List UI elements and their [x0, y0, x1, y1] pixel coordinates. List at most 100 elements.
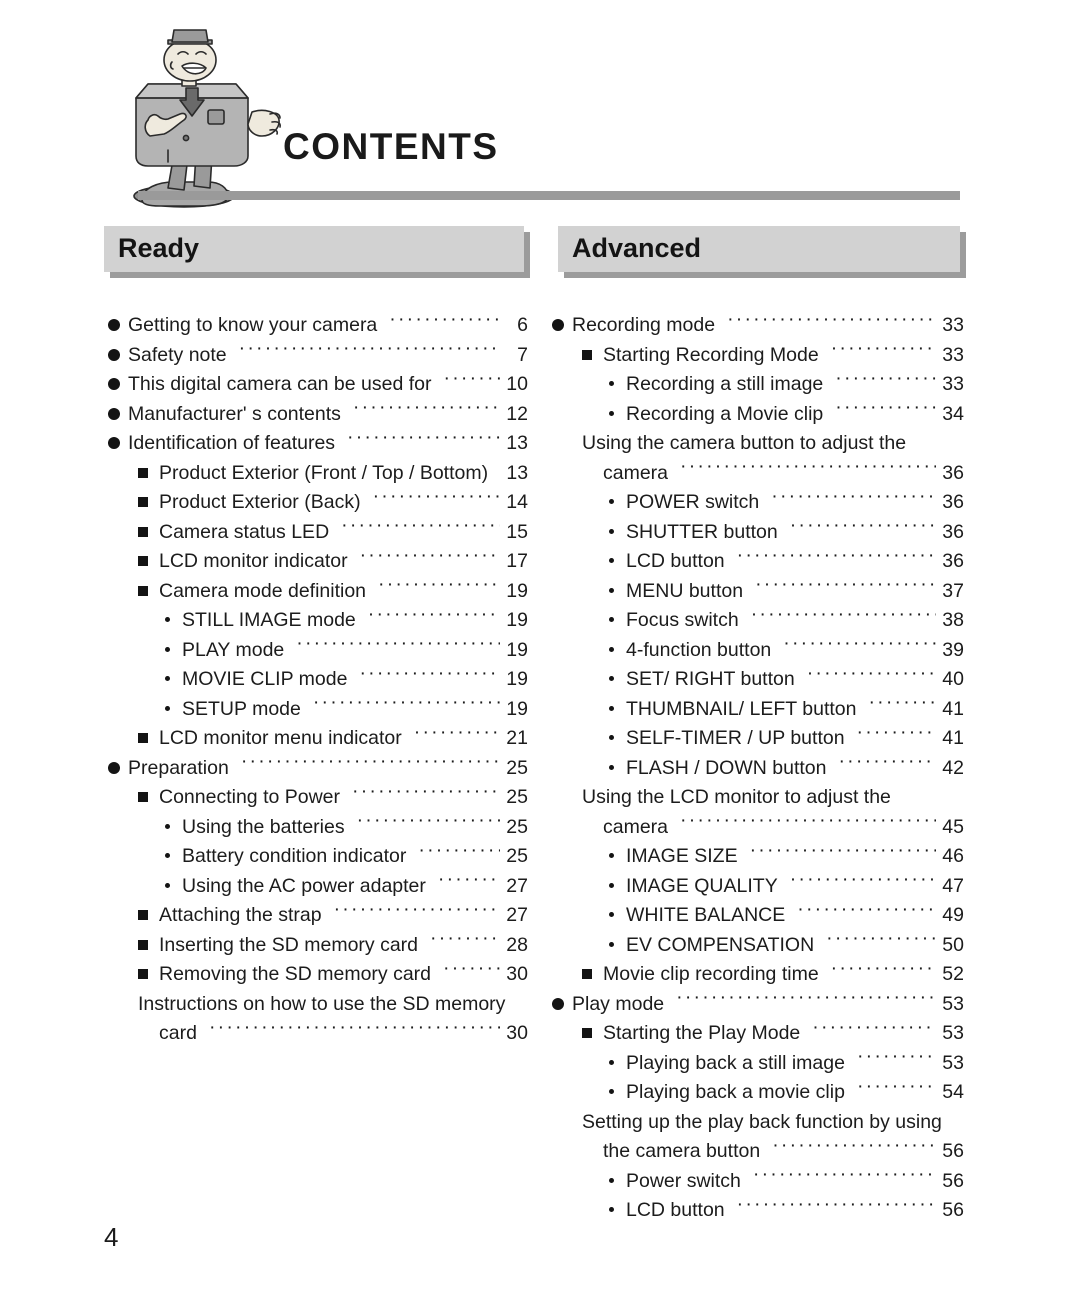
toc-entry-page: 39	[942, 638, 964, 661]
toc-entry[interactable]: PLAY mode 19	[108, 636, 528, 666]
toc-entry[interactable]: Getting to know your camera 6	[108, 311, 528, 341]
toc-entry[interactable]: Product Exterior (Front / Top / Bottom) 1…	[108, 459, 528, 489]
dot-leader	[790, 872, 936, 892]
toc-entry[interactable]: Playing back a still image 53	[552, 1049, 964, 1079]
toc-entry-page: 56	[942, 1199, 964, 1221]
toc-entry[interactable]: Using the batteries 25	[108, 813, 528, 843]
toc-entry-line-continued: camera 36	[582, 459, 964, 489]
dot-leader	[341, 518, 500, 538]
toc-entry-label-continued: camera	[603, 815, 669, 838]
toc-entry-page: 25	[506, 756, 528, 779]
toc-entry[interactable]: Recording a Movie clip 34	[552, 400, 964, 430]
toc-entry-label: SELF-TIMER / UP button	[626, 727, 845, 749]
toc-entry[interactable]: MENU button 37	[552, 577, 964, 607]
toc-entry[interactable]: Attaching the strap 27	[108, 901, 528, 931]
toc-entry[interactable]: Instructions on how to use the SD memory…	[108, 990, 528, 1049]
toc-entry[interactable]: Recording mode 33	[552, 311, 964, 341]
toc-entry[interactable]: IMAGE SIZE 46	[552, 842, 964, 872]
toc-entry-label: LCD monitor menu indicator	[159, 727, 402, 749]
toc-entry-label: SET/ RIGHT button	[626, 668, 795, 690]
toc-entry-page: 47	[942, 874, 964, 897]
toc-entry-page: 36	[942, 491, 964, 513]
toc-entry[interactable]: Playing back a movie clip 54	[552, 1078, 964, 1108]
toc-entry[interactable]: LCD button 56	[552, 1196, 964, 1226]
toc-entry[interactable]: Camera mode definition 19	[108, 577, 528, 607]
toc-entry[interactable]: THUMBNAIL/ LEFT button 41	[552, 695, 964, 725]
toc-entry-label: FLASH / DOWN button	[626, 756, 827, 779]
toc-entry[interactable]: SETUP mode 19	[108, 695, 528, 725]
toc-entry[interactable]: Battery condition indicator 25	[108, 842, 528, 872]
toc-entry[interactable]: Camera status LED 15	[108, 518, 528, 548]
toc-entry-page: 33	[942, 373, 964, 395]
toc-entry[interactable]: STILL IMAGE mode 19	[108, 606, 528, 636]
toc-entry[interactable]: Safety note 7	[108, 341, 528, 371]
header-divider	[138, 191, 960, 200]
dot-leader	[737, 1196, 936, 1216]
toc-entry[interactable]: 4-function button 39	[552, 636, 964, 666]
toc-entry-page: 37	[942, 579, 964, 602]
toc-entry-label: Identification of features	[128, 432, 336, 454]
toc-entry-label: Safety note	[128, 343, 227, 366]
toc-entry[interactable]: IMAGE QUALITY 47	[552, 872, 964, 902]
toc-entry[interactable]: Power switch 56	[552, 1167, 964, 1197]
toc-entry[interactable]: Focus switch 38	[552, 606, 964, 636]
toc-entry[interactable]: SELF-TIMER / UP button 41	[552, 724, 964, 754]
toc-entry-label: Movie clip recording time	[603, 963, 819, 985]
dot-leader	[835, 400, 936, 420]
toc-entry[interactable]: EV COMPENSATION 50	[552, 931, 964, 961]
toc-entry-label: MOVIE CLIP mode	[182, 668, 348, 690]
toc-entry-page: 6	[517, 314, 528, 336]
toc-entry-page: 52	[942, 963, 964, 985]
toc-entry[interactable]: Recording a still image 33	[552, 370, 964, 400]
toc-entry[interactable]: MOVIE CLIP mode 19	[108, 665, 528, 695]
toc-entry[interactable]: SHUTTER button 36	[552, 518, 964, 548]
toc-entry[interactable]: SET/ RIGHT button 40	[552, 665, 964, 695]
toc-entry[interactable]: Play mode 53	[552, 990, 964, 1020]
toc-entry[interactable]: POWER switch 36	[552, 488, 964, 518]
toc-entry-page: 36	[942, 520, 964, 543]
toc-entry[interactable]: Inserting the SD memory card 28	[108, 931, 528, 961]
dot-leader	[438, 872, 500, 892]
dot-leader	[209, 1019, 500, 1039]
toc-entry[interactable]: Preparation 25	[108, 754, 528, 784]
toc-entry-label: Manufacturer' s contents	[128, 402, 341, 425]
toc-entry[interactable]: Using the LCD monitor to adjust the camer…	[552, 783, 964, 842]
toc-entry-label: Power switch	[626, 1169, 741, 1192]
dot-leader	[857, 724, 936, 744]
dot-leader	[334, 901, 500, 921]
toc-entry[interactable]: Product Exterior (Back) 14	[108, 488, 528, 518]
toc-entry[interactable]: LCD monitor indicator 17	[108, 547, 528, 577]
toc-entry[interactable]: LCD button 36	[552, 547, 964, 577]
toc-column-ready: Getting to know your camera 6 Safety note 7…	[108, 311, 528, 1049]
dot-leader	[835, 370, 936, 390]
dot-leader	[680, 813, 936, 833]
section-header-advanced: Advanced	[558, 226, 960, 272]
toc-entry[interactable]: Movie clip recording time 52	[552, 960, 964, 990]
toc-entry[interactable]: Starting the Play Mode 53	[552, 1019, 964, 1049]
toc-entry[interactable]: FLASH / DOWN button 42	[552, 754, 964, 784]
toc-entry[interactable]: Starting Recording Mode 33	[552, 341, 964, 371]
toc-entry[interactable]: LCD monitor menu indicator 21	[108, 724, 528, 754]
toc-entry[interactable]: Setting up the play back function by usi…	[552, 1108, 964, 1167]
toc-entry[interactable]: Manufacturer' s contents 12	[108, 400, 528, 430]
toc-entry[interactable]: Identification of features 13	[108, 429, 528, 459]
toc-entry-label: Inserting the SD memory card	[159, 933, 419, 956]
toc-entry-label: Starting Recording Mode	[603, 343, 819, 366]
toc-entry[interactable]: Using the AC power adapter 27	[108, 872, 528, 902]
toc-entry-page: 19	[506, 638, 528, 661]
dot-leader	[430, 931, 500, 951]
toc-entry[interactable]: Removing the SD memory card 30	[108, 960, 528, 990]
toc-entry[interactable]: Connecting to Power 25	[108, 783, 528, 813]
toc-entry-page: 25	[506, 786, 528, 808]
toc-entry[interactable]: WHITE BALANCE 49	[552, 901, 964, 931]
dot-leader	[239, 341, 500, 361]
toc-entry[interactable]: This digital camera can be used for 10	[108, 370, 528, 400]
toc-entry-label: Playing back a movie clip	[626, 1081, 845, 1103]
toc-entry-page: 38	[942, 609, 964, 631]
dot-leader	[771, 488, 936, 508]
toc-entry[interactable]: Using the camera button to adjust the cam…	[552, 429, 964, 488]
toc-entry-label: Removing the SD memory card	[159, 963, 432, 985]
toc-entry-line: Setting up the play back function by usi…	[582, 1108, 964, 1138]
toc-entry-label: IMAGE QUALITY	[626, 874, 778, 897]
toc-entry-page: 36	[942, 461, 964, 484]
